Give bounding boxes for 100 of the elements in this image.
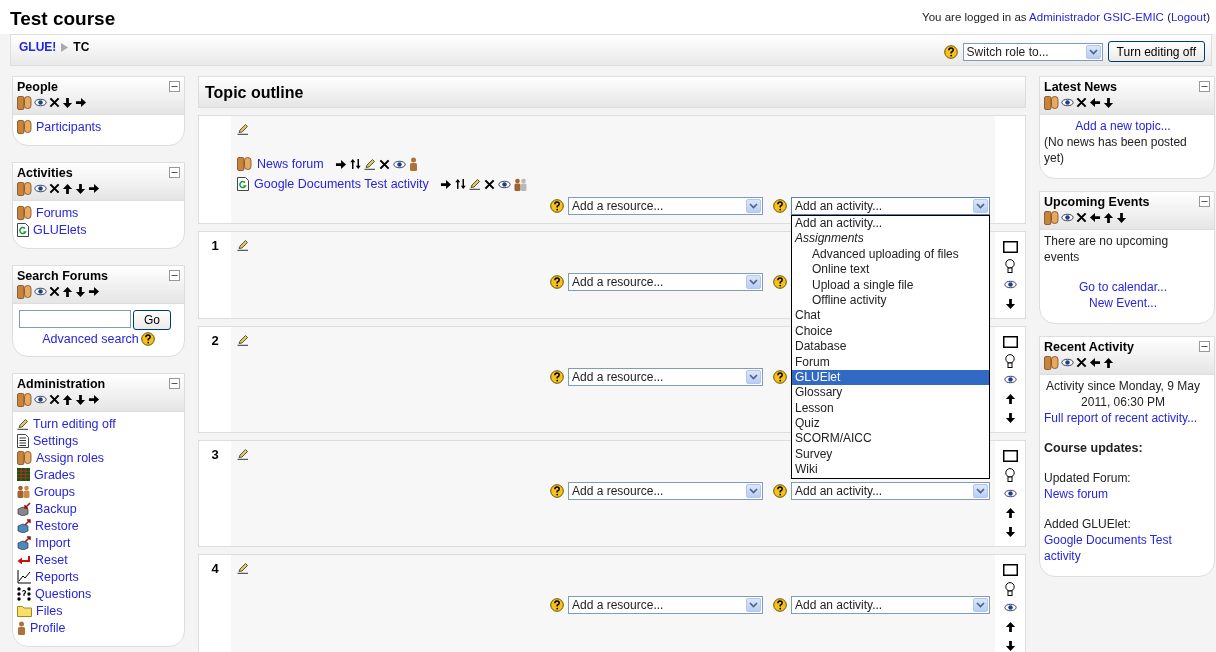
menu-option[interactable]: Survey [792,446,989,463]
pencil-icon[interactable] [237,334,249,346]
eye-icon[interactable] [1061,358,1074,367]
arrow-up-icon[interactable] [1004,506,1016,519]
delete-icon[interactable] [1076,212,1087,223]
arrow-down-icon[interactable] [75,182,86,195]
turn-editing-off-button[interactable]: Turn editing off [1107,41,1205,62]
arrow-left-icon[interactable] [1089,212,1101,223]
arrow-up-icon[interactable] [1004,620,1016,633]
collapse-icon[interactable] [169,270,180,281]
menu-option[interactable]: Chat [792,308,989,324]
advanced-search-link[interactable]: Advanced search [42,332,139,346]
faces-icon[interactable] [17,181,32,196]
pencil-icon[interactable] [237,239,249,251]
block-link[interactable]: Backup [35,501,77,516]
help-icon[interactable] [550,199,564,213]
people-icon[interactable] [513,177,527,191]
arrow-right-icon[interactable] [439,178,452,190]
block-link[interactable]: Settings [33,433,79,448]
user-link[interactable]: Administrador GSIC-EMIC [1029,11,1164,23]
menu-option[interactable]: GLUElet [792,369,989,386]
lightbulb-icon[interactable] [1005,353,1015,368]
arrow-up-icon[interactable] [62,182,73,195]
activity-link[interactable]: Google Documents Test activity [254,177,429,191]
arrow-left-icon[interactable] [1089,357,1101,368]
block-link[interactable]: Forums [36,205,79,220]
help-icon[interactable] [550,598,564,612]
menu-option[interactable]: Glossary [792,385,989,401]
arrow-right-icon[interactable] [75,97,87,108]
lightbulb-icon[interactable] [1005,467,1015,482]
add-resource-select[interactable]: Add a resource... [568,273,763,291]
person-icon[interactable] [408,157,418,171]
eye-icon[interactable] [392,159,406,169]
menu-option[interactable]: Quiz [792,416,989,432]
collapse-icon[interactable] [1199,81,1210,92]
menu-option[interactable]: Forum [792,354,989,370]
square-icon[interactable] [1002,563,1018,576]
help-icon[interactable] [140,332,155,346]
eye-icon[interactable] [34,395,47,404]
square-icon[interactable] [1002,240,1018,253]
menu-option[interactable]: Choice [792,323,989,340]
arrow-down-icon[interactable] [1116,211,1127,224]
lightbulb-icon[interactable] [1005,258,1015,273]
block-link[interactable]: Google Documents Test activity [1044,532,1202,564]
collapse-icon[interactable] [1199,196,1210,207]
arrow-up-icon[interactable] [1103,211,1114,224]
arrow-down-icon[interactable] [1004,297,1016,310]
eye-icon[interactable] [1003,489,1017,498]
go-button[interactable]: Go [133,310,171,330]
add-activity-select[interactable]: Add an activity... [791,596,990,614]
faces-icon[interactable] [17,284,32,299]
eye-icon[interactable] [34,184,47,193]
block-link[interactable]: Participants [36,119,102,134]
help-icon[interactable] [943,44,958,59]
menu-option[interactable]: Upload a single file [792,277,989,293]
collapse-icon[interactable] [1199,341,1210,352]
help-icon[interactable] [773,598,787,612]
delete-icon[interactable] [49,286,60,297]
arrow-left-icon[interactable] [1089,97,1101,108]
menu-option[interactable]: Wiki [792,462,989,478]
eye-icon[interactable] [1003,280,1017,289]
eye-icon[interactable] [497,179,511,189]
add-resource-select[interactable]: Add a resource... [568,596,763,614]
move-icon[interactable] [349,158,361,170]
arrow-right-icon[interactable] [88,394,100,405]
faces-icon[interactable] [17,392,32,407]
collapse-icon[interactable] [169,81,180,92]
arrow-up-icon[interactable] [1004,392,1016,405]
block-link[interactable]: Add a new topic... [1044,118,1202,134]
menu-option[interactable]: Advanced uploading of files [792,246,989,263]
faces-icon[interactable] [1044,95,1059,110]
block-link[interactable]: Reports [35,569,79,584]
breadcrumb-item[interactable]: GLUE! [19,40,57,54]
pencil-icon[interactable] [468,178,481,190]
square-icon[interactable] [1002,449,1018,462]
arrow-up-icon[interactable] [1103,356,1114,369]
delete-icon[interactable] [378,158,390,170]
add-resource-select[interactable]: Add a resource... [568,482,763,500]
block-link[interactable]: Questions [35,586,92,601]
block-link[interactable]: Restore [35,518,79,533]
move-icon[interactable] [454,178,466,190]
menu-option[interactable]: Offline activity [792,292,989,309]
square-icon[interactable] [1002,335,1018,348]
block-link[interactable]: Go to calendar... [1044,279,1202,295]
eye-icon[interactable] [1061,98,1074,107]
add-resource-select[interactable]: Add a resource... [568,197,763,215]
faces-icon[interactable] [17,95,32,110]
block-link[interactable]: Files [36,603,63,618]
block-link[interactable]: Full report of recent activity... [1044,410,1202,426]
delete-icon[interactable] [483,178,495,190]
add-resource-select[interactable]: Add a resource... [568,368,763,386]
arrow-up-icon[interactable] [62,285,73,298]
eye-icon[interactable] [1003,603,1017,612]
menu-option[interactable]: Database [792,339,989,355]
help-icon[interactable] [773,370,787,384]
menu-option[interactable]: Lesson [792,400,989,417]
block-link[interactable]: News forum [1044,486,1202,502]
delete-icon[interactable] [49,183,60,194]
block-link[interactable]: New Event... [1044,295,1202,311]
arrow-down-icon[interactable] [1004,525,1016,538]
